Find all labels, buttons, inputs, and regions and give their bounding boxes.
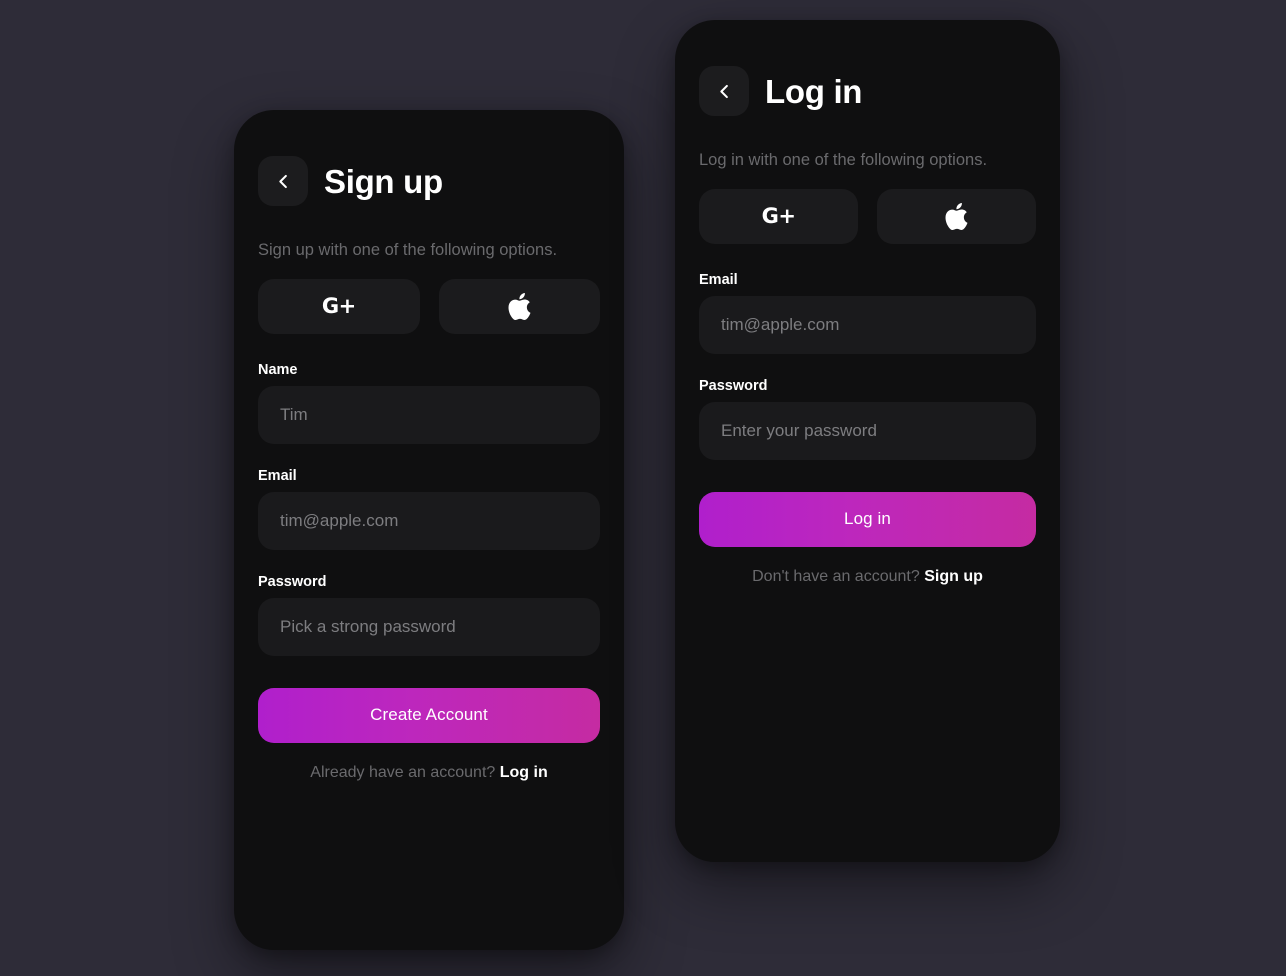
login-submit-region: Log in [675,460,1060,547]
signup-header: Sign up [258,156,600,206]
email-input[interactable] [258,491,600,550]
login-field-password: Password [675,354,1060,460]
signup-submit-region: Create Account [234,656,624,743]
email-label: Email [258,467,297,484]
login-header: Log in [699,66,1036,116]
back-button[interactable] [258,156,308,206]
login-card: Log in Log in with one of the following … [675,20,1060,862]
back-button[interactable] [699,66,749,116]
signup-footer-region: Already have an account? Log in [234,743,624,782]
chevron-left-icon [715,82,734,101]
login-field-email: Email [675,244,1060,354]
apple-button[interactable] [438,278,600,334]
login-subtitle: Log in with one of the following options… [699,151,988,169]
google-plus-button[interactable]: G+ [699,188,858,244]
signup-field-email: Email [234,444,624,550]
google-plus-icon: G+ [321,293,356,318]
page-title: Log in [765,72,863,110]
signup-social-region: G+ [234,261,624,334]
google-plus-icon: G+ [761,203,796,228]
create-account-button[interactable]: Create Account [258,687,600,743]
password-label: Password [258,573,327,590]
signup-subtitle-region: Sign up with one of the following option… [234,206,624,261]
email-input[interactable] [699,295,1036,354]
signup-card: Sign up Sign up with one of the followin… [234,110,624,950]
signup-field-password: Password [234,550,624,656]
google-plus-button[interactable]: G+ [258,278,420,334]
email-label: Email [699,271,738,288]
login-subtitle-region: Log in with one of the following options… [675,116,1060,171]
login-footer: Don't have an account? Sign up [699,568,1036,586]
screen: Sign up Sign up with one of the followin… [0,0,1286,976]
chevron-left-icon [274,172,293,191]
page-title: Sign up [324,162,443,200]
login-footer-text: Don't have an account? [752,567,920,585]
login-footer-region: Don't have an account? Sign up [675,547,1060,586]
signup-header-region: Sign up [234,110,624,206]
apple-icon [508,292,531,320]
signup-footer-text: Already have an account? [310,763,496,781]
signup-field-name: Name [234,334,624,444]
apple-button[interactable] [877,188,1036,244]
password-input[interactable] [258,597,600,656]
password-input[interactable] [699,401,1036,460]
name-label: Name [258,361,298,378]
name-input[interactable] [258,385,600,444]
log-in-button[interactable]: Log in [699,491,1036,547]
apple-icon [945,202,968,230]
login-link[interactable]: Log in [500,764,548,781]
signup-footer: Already have an account? Log in [258,764,600,782]
signup-subtitle: Sign up with one of the following option… [258,241,558,259]
social-login-row: G+ [699,188,1036,244]
login-social-region: G+ [675,171,1060,244]
login-header-region: Log in [675,20,1060,116]
social-login-row: G+ [258,278,600,334]
password-label: Password [699,377,768,394]
signup-link[interactable]: Sign up [924,568,983,585]
